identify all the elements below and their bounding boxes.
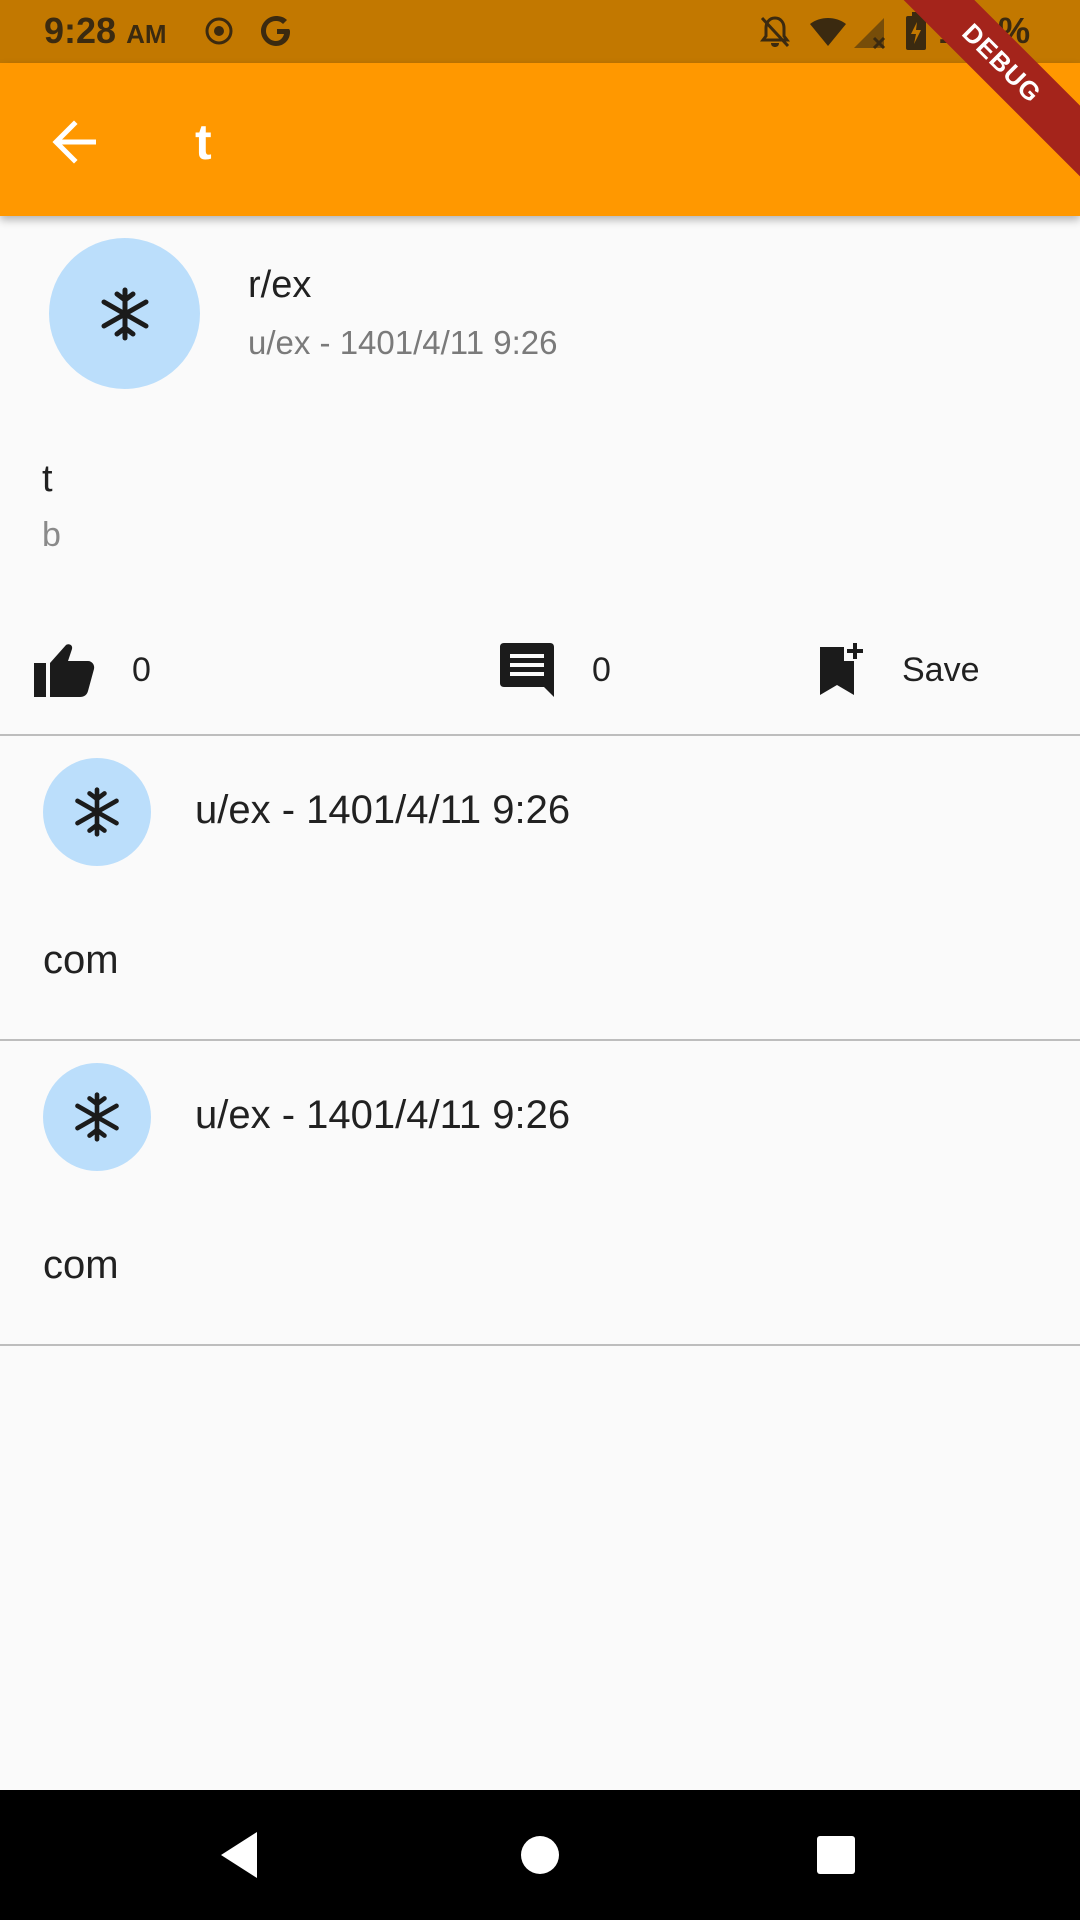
debug-ribbon-label: DEBUG xyxy=(890,0,1080,180)
system-nav-bar xyxy=(0,1790,1080,1920)
bookmark-add-icon xyxy=(820,643,863,695)
wifi-icon xyxy=(808,14,848,53)
subreddit-name[interactable]: r/ex xyxy=(248,264,311,307)
debug-ribbon: DEBUG xyxy=(890,0,1080,190)
like-button[interactable]: 0 xyxy=(32,630,151,710)
comment-meta: u/ex - 1401/4/11 9:26 xyxy=(195,1093,571,1137)
divider xyxy=(0,1344,1080,1346)
comment-meta: u/ex - 1401/4/11 9:26 xyxy=(195,788,571,832)
comment-avatar[interactable] xyxy=(43,758,151,866)
thumb-up-icon xyxy=(34,644,95,697)
comments-button[interactable]: 0 xyxy=(498,630,611,710)
nav-recents-button[interactable] xyxy=(801,1820,871,1890)
subreddit-avatar[interactable] xyxy=(49,238,200,389)
nav-back-icon xyxy=(221,1832,257,1878)
post-title: t xyxy=(42,458,53,500)
post-meta: u/ex - 1401/4/11 9:26 xyxy=(248,324,558,361)
comment-text: com xyxy=(43,1243,119,1287)
comment-avatar[interactable] xyxy=(43,1063,151,1171)
nav-recents-icon xyxy=(817,1836,855,1874)
back-button[interactable] xyxy=(40,107,110,177)
nav-home-icon xyxy=(521,1836,559,1874)
like-count: 0 xyxy=(132,650,151,689)
status-time: 9:28 AM xyxy=(44,10,167,52)
comment-item: u/ex - 1401/4/11 9:26 com xyxy=(0,1041,1080,1345)
nav-home-button[interactable] xyxy=(505,1820,575,1890)
location-icon xyxy=(204,16,234,51)
nav-back-button[interactable] xyxy=(204,1820,274,1890)
signal-icon xyxy=(852,14,888,55)
save-label: Save xyxy=(902,650,980,689)
status-time-ampm: AM xyxy=(126,19,167,49)
post-actions: 0 0 Save xyxy=(0,630,1080,710)
comment-count: 0 xyxy=(592,650,611,689)
page-title: t xyxy=(195,114,212,170)
save-button[interactable]: Save xyxy=(814,630,980,710)
post-body: b xyxy=(42,516,61,554)
arrow-back-icon xyxy=(52,120,96,164)
comment-icon xyxy=(500,643,554,697)
google-icon xyxy=(258,12,296,55)
snowflake-icon xyxy=(75,787,119,837)
status-time-value: 9:28 xyxy=(44,10,117,51)
snowflake-icon xyxy=(75,1092,119,1142)
comment-item: u/ex - 1401/4/11 9:26 com xyxy=(0,736,1080,1040)
snowflake-icon xyxy=(101,287,148,340)
comment-text: com xyxy=(43,938,119,982)
notifications-off-icon xyxy=(758,14,792,55)
